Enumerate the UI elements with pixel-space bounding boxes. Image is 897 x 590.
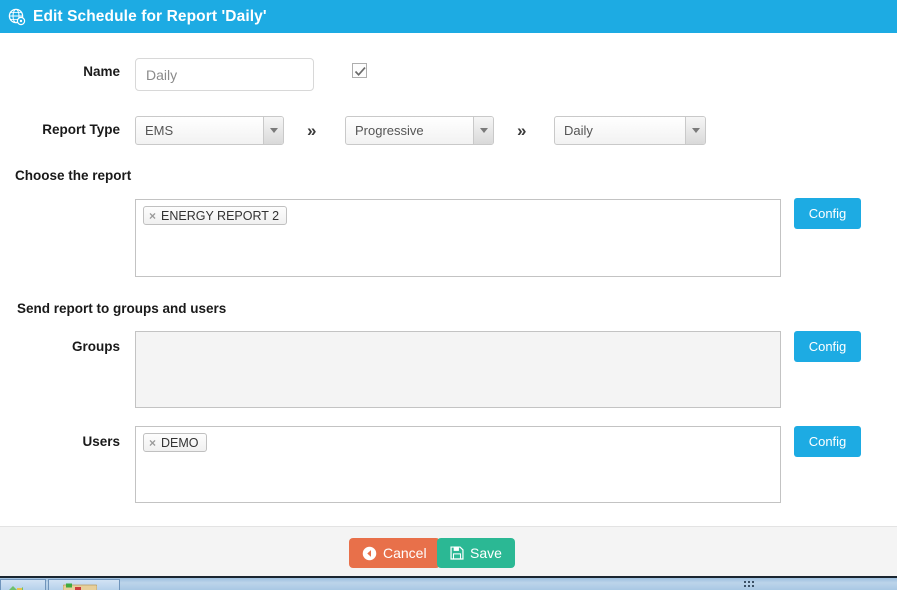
chevron-down-icon[interactable] — [263, 117, 283, 144]
back-arrow-circle-icon — [362, 546, 377, 560]
floppy-disk-icon — [450, 546, 464, 560]
select-report-category-value: EMS — [145, 123, 174, 138]
name-input[interactable] — [135, 58, 314, 91]
groups-multiselect[interactable] — [135, 331, 781, 408]
name-label: Name — [83, 64, 120, 79]
chevron-down-icon[interactable] — [473, 117, 493, 144]
tag-energy-report-2[interactable]: × ENERGY REPORT 2 — [143, 206, 288, 225]
dialog-footer: Cancel Save — [0, 526, 897, 576]
check-mark-icon — [354, 67, 366, 77]
separator-chevron-2: » — [517, 121, 527, 140]
tag-label: DEMO — [161, 435, 199, 450]
choose-report-title: Choose the report — [15, 168, 132, 183]
window-titlebar: Edit Schedule for Report 'Daily' — [0, 0, 897, 33]
config-button-groups[interactable]: Config — [794, 331, 861, 362]
globe-cog-icon — [8, 8, 26, 25]
taskbar-button-2[interactable] — [48, 579, 120, 590]
save-button-label: Save — [470, 545, 502, 561]
document-icon — [9, 586, 23, 590]
cancel-button[interactable]: Cancel — [349, 538, 440, 568]
checkbox-box[interactable] — [352, 63, 367, 78]
folder-icon — [63, 583, 97, 590]
grip-dots-icon — [744, 581, 756, 589]
config-button-report[interactable]: Config — [794, 198, 861, 229]
select-report-category[interactable]: EMS — [135, 116, 284, 145]
window-title: Edit Schedule for Report 'Daily' — [33, 7, 267, 25]
separator-chevron-1: » — [307, 121, 317, 140]
select-report-mode[interactable]: Progressive — [345, 116, 494, 145]
cancel-button-label: Cancel — [383, 545, 427, 561]
tag-remove-icon[interactable]: × — [149, 436, 156, 450]
send-report-title: Send report to groups and users — [17, 301, 227, 316]
chevron-down-icon[interactable] — [685, 117, 705, 144]
actived-checkbox[interactable] — [352, 63, 367, 78]
select-report-frequency-value: Daily — [564, 123, 593, 138]
groups-label: Groups — [71, 339, 120, 354]
choose-report-multiselect[interactable]: × ENERGY REPORT 2 — [135, 199, 781, 277]
tag-label: ENERGY REPORT 2 — [161, 208, 280, 223]
select-report-mode-value: Progressive — [355, 123, 424, 138]
form-body: Name actived Report Type EMS » Progressi… — [0, 33, 897, 526]
application-window: Edit Schedule for Report 'Daily' Name ac… — [0, 0, 897, 590]
tag-demo[interactable]: × DEMO — [143, 433, 207, 452]
select-report-frequency[interactable]: Daily — [554, 116, 706, 145]
taskbar-button-1[interactable] — [0, 579, 46, 590]
config-button-users[interactable]: Config — [794, 426, 861, 457]
save-button[interactable]: Save — [437, 538, 515, 568]
os-taskbar — [0, 576, 897, 590]
users-label: Users — [82, 434, 120, 449]
users-multiselect[interactable]: × DEMO — [135, 426, 781, 503]
tag-remove-icon[interactable]: × — [149, 209, 156, 223]
report-type-label: Report Type — [42, 122, 120, 137]
